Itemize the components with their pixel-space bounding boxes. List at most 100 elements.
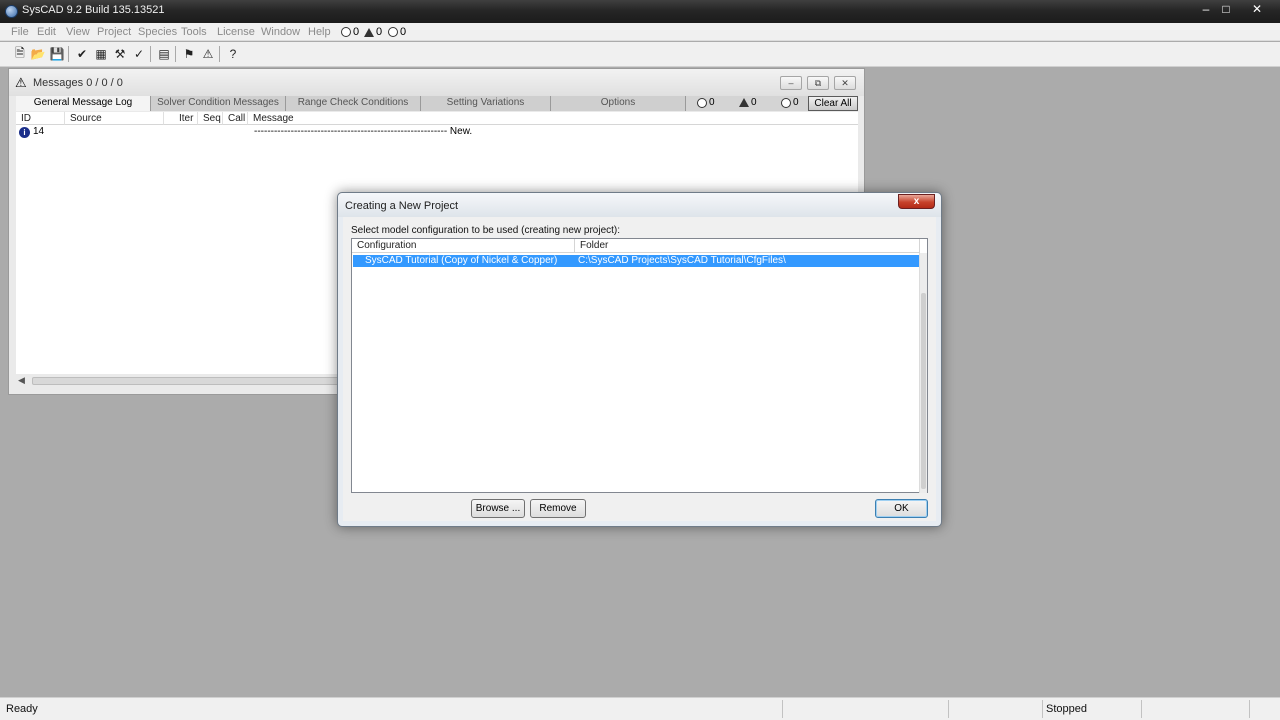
menu-view[interactable]: View <box>66 26 90 38</box>
column-header-seq[interactable]: Seq <box>198 112 223 125</box>
app-title-bar: SysCAD 9.2 Build 135.13521 – □ ✕ <box>0 0 1280 23</box>
column-header-source[interactable]: Source <box>65 112 164 125</box>
messages-window-title: Messages 0 / 0 / 0 <box>33 77 123 89</box>
status-pane <box>948 700 949 718</box>
messages-close-button[interactable]: ✕ <box>834 76 856 90</box>
tab-note-count: 0 <box>793 97 799 108</box>
tab-warning-count: 0 <box>751 97 757 108</box>
solver-state: Stopped <box>1046 703 1087 715</box>
menu-window[interactable]: Window <box>261 26 300 38</box>
dialog-title-bar[interactable]: Creating a New Project x <box>338 193 941 217</box>
warning-count-icon <box>739 98 749 107</box>
new-file-icon[interactable]: 🗎 <box>11 45 29 63</box>
error-count: 0 <box>353 26 360 38</box>
tab-label: Solver Condition Messages <box>157 97 279 108</box>
message-id: 14 <box>33 126 45 137</box>
menu-species[interactable]: Species <box>138 26 177 38</box>
tab-error-counter[interactable]: 0 <box>697 97 715 108</box>
column-header-message[interactable]: Message <box>248 112 858 125</box>
messages-window-title-bar[interactable]: ⚠ Messages 0 / 0 / 0 – ⧉ ✕ <box>9 69 864 96</box>
tab-range-check-conditions[interactable]: Range Check Conditions <box>286 96 421 111</box>
tab-setting-variations[interactable]: Setting Variations <box>421 96 551 111</box>
column-header-iter[interactable]: Iter <box>164 112 198 125</box>
messages-restore-button[interactable]: ⧉ <box>807 76 829 90</box>
tab-solver-condition-messages[interactable]: Solver Condition Messages <box>151 96 286 111</box>
configuration-folder: C:\SysCAD Projects\SysCAD Tutorial\CfgFi… <box>578 255 786 266</box>
remove-button[interactable]: Remove <box>530 499 586 518</box>
save-icon[interactable]: 💾 <box>48 45 66 63</box>
warning-counter[interactable]: 0 <box>364 26 382 38</box>
new-project-dialog: Creating a New Project x Select model co… <box>337 192 942 527</box>
list-icon[interactable]: ▤ <box>155 45 173 63</box>
browse-button[interactable]: Browse ... <box>471 499 525 518</box>
grid-icon[interactable]: ▦ <box>92 45 110 63</box>
table-row[interactable]: i 14 -----------------------------------… <box>16 126 858 139</box>
menu-bar: File Edit View Project Species Tools Lic… <box>0 23 1280 41</box>
alert-key-icon[interactable]: ⚠ <box>199 45 217 63</box>
tab-warning-counter[interactable]: 0 <box>739 97 757 108</box>
status-pane <box>782 700 783 718</box>
scrollbar-thumb[interactable] <box>921 293 926 489</box>
maximize-window-button[interactable]: □ <box>1212 1 1240 18</box>
menu-license[interactable]: License <box>217 26 255 38</box>
messages-minimize-button[interactable]: – <box>780 76 802 90</box>
configuration-list-scrollbar[interactable] <box>919 253 927 493</box>
info-icon: i <box>19 127 30 138</box>
tab-note-counter[interactable]: 0 <box>781 97 799 108</box>
toolbar-separator <box>68 46 69 62</box>
toolbar-separator <box>150 46 151 62</box>
note-count-icon <box>388 27 398 37</box>
status-pane <box>1042 700 1043 718</box>
menu-file[interactable]: File <box>11 26 29 38</box>
column-header-configuration[interactable]: Configuration <box>352 239 575 253</box>
check-icon[interactable]: ✔ <box>73 45 91 63</box>
column-header-call[interactable]: Call <box>223 112 248 125</box>
app-title: SysCAD 9.2 Build 135.13521 <box>22 4 165 16</box>
wand-check-icon[interactable]: ✓ <box>130 45 148 63</box>
dialog-prompt: Select model configuration to be used (c… <box>351 225 621 236</box>
message-log-horizontal-scrollbar[interactable]: ◀ <box>16 374 346 388</box>
open-folder-icon[interactable]: 📂 <box>29 45 47 63</box>
ok-button[interactable]: OK <box>875 499 928 518</box>
help-icon[interactable]: ? <box>224 45 242 63</box>
column-header-folder[interactable]: Folder <box>575 239 920 253</box>
scrollbar-thumb[interactable] <box>32 377 342 385</box>
status-bar: Ready Stopped <box>0 697 1280 720</box>
list-item[interactable]: SysCAD Tutorial (Copy of Nickel & Copper… <box>353 255 919 267</box>
status-ready: Ready <box>6 703 38 715</box>
toolbar-separator <box>175 46 176 62</box>
scroll-left-arrow-icon[interactable]: ◀ <box>18 375 25 386</box>
dialog-close-button[interactable]: x <box>898 194 935 209</box>
dialog-title: Creating a New Project <box>345 200 459 212</box>
clear-all-button[interactable]: Clear All <box>808 96 858 111</box>
note-count-icon <box>781 97 791 108</box>
messages-icon: ⚠ <box>15 75 27 90</box>
messages-tab-strip: General Message Log Solver Condition Mes… <box>16 96 858 111</box>
error-counter[interactable]: 0 <box>341 26 359 38</box>
tab-error-count: 0 <box>709 97 715 108</box>
tab-label: Options <box>600 97 636 108</box>
message-text: ----------------------------------------… <box>254 126 473 137</box>
error-count-icon <box>341 27 351 37</box>
menu-tools[interactable]: Tools <box>181 26 207 38</box>
menu-help[interactable]: Help <box>308 26 331 38</box>
tab-label: General Message Log <box>33 97 133 108</box>
status-pane <box>1249 700 1250 718</box>
tab-label: Setting Variations <box>446 97 525 108</box>
syscad-app-icon[interactable] <box>5 5 18 18</box>
menu-edit[interactable]: Edit <box>37 26 56 38</box>
key-icon[interactable]: ⚑ <box>180 45 198 63</box>
toolbar-separator <box>219 46 220 62</box>
wrench-check-icon[interactable]: ⚒ <box>111 45 129 63</box>
note-counter[interactable]: 0 <box>388 26 406 38</box>
configuration-list[interactable]: Configuration Folder SysCAD Tutorial (Co… <box>351 238 928 493</box>
menu-project[interactable]: Project <box>97 26 131 38</box>
configuration-name: SysCAD Tutorial (Copy of Nickel & Copper… <box>365 255 558 266</box>
note-count: 0 <box>400 26 407 38</box>
tab-general-message-log[interactable]: General Message Log <box>16 96 151 111</box>
warning-count: 0 <box>376 26 383 38</box>
tab-label: Range Check Conditions <box>297 97 409 108</box>
close-window-button[interactable]: ✕ <box>1243 1 1271 18</box>
column-header-id[interactable]: ID <box>16 112 65 125</box>
tab-options[interactable]: Options <box>551 96 686 111</box>
